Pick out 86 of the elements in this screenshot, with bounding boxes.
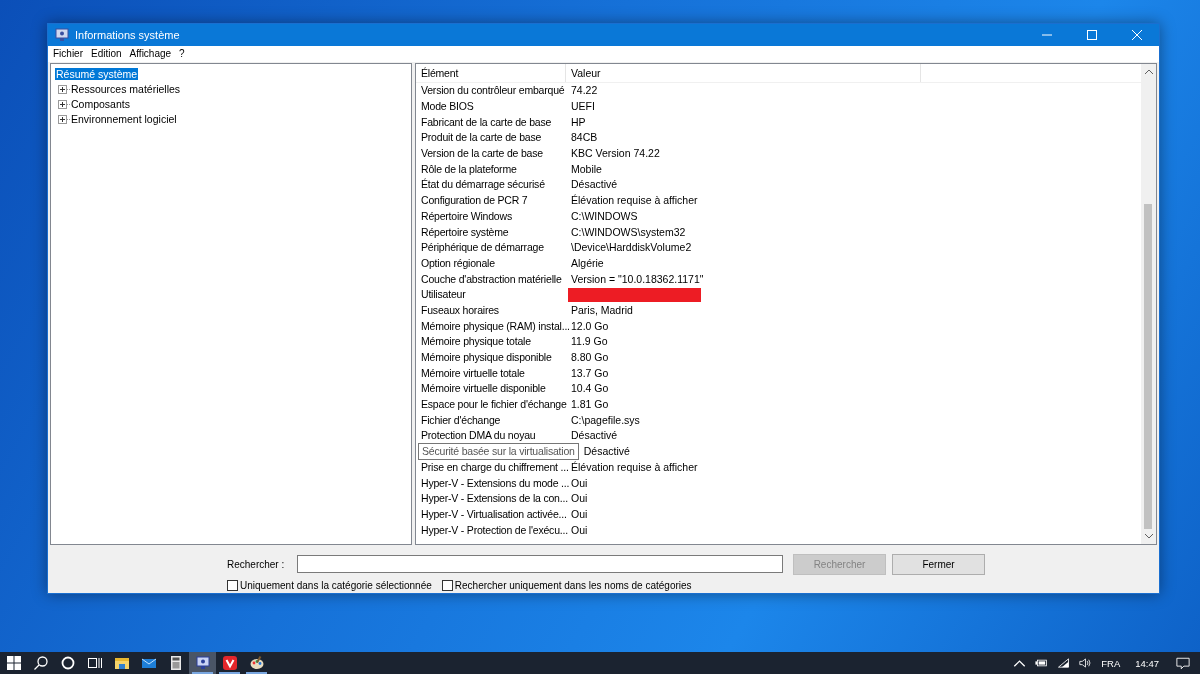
column-header[interactable]: Valeur [566,63,921,82]
table-cell-text: Mémoire physique totale [420,334,532,350]
table-cell-text: KBC Version 74.22 [570,146,661,162]
table-cell-text: Périphérique de démarrage [420,240,545,256]
table-cell-text: Version = "10.0.18362.1171" [570,271,705,287]
table-cell-text: Mobile [570,161,603,177]
table-cell-text: C:\WINDOWS [570,208,639,224]
menu-item[interactable]: Edition [87,48,126,60]
table-cell-text: Désactivé [582,444,631,460]
table-cell-text: Fichier d'échange [420,412,502,428]
table-cell-text: Algérie [570,255,605,271]
table-cell-text: Répertoire Windows [420,208,513,224]
scrollbar[interactable] [1141,63,1156,544]
speaker-icon[interactable] [1079,658,1093,668]
close-icon [1131,30,1142,40]
table-cell-text: Configuration de PCR 7 [420,193,529,209]
table-cell-text: Désactivé [570,177,619,193]
caret-up-icon[interactable] [1013,658,1027,668]
table-cell-text: Option régionale [420,255,496,271]
expand-icon[interactable] [58,84,67,94]
table-cell-text: Couche d'abstraction matérielle [420,271,563,287]
table-cell-text: HP [570,114,587,130]
scroll-up-icon[interactable] [1144,68,1153,74]
table-cell-text: Répertoire système [420,224,510,240]
checkbox-label[interactable]: Uniquement dans la catégorie sélectionnée [240,579,432,591]
table-cell-text: 1.81 Go [570,397,610,413]
table-cell-text: Mémoire virtuelle disponible [420,381,547,397]
table-cell-text: UEFI [570,99,596,114]
table-cell-text: 11.9 Go [570,334,609,350]
table-cell-text: 74.22 [570,83,599,99]
table-cell-text: Version de la carte de base [420,146,544,162]
checkbox-label[interactable]: Rechercher uniquement dans les noms de catégories [454,579,692,591]
table-cell-text: 8.80 Go [570,350,610,365]
table-cell-text: Protection DMA du noyau [420,428,537,444]
table-cell-text: 84CB [570,130,599,146]
monitor-icon [55,28,69,42]
scroll-down-icon[interactable] [1144,533,1153,539]
battery-icon[interactable] [1035,658,1049,668]
window-title: Informations système [75,29,180,41]
wifi-icon[interactable] [1057,658,1071,668]
menu-item[interactable]: Fichier [49,48,87,60]
table-cell-text: Fuseaux horaires [420,302,500,318]
search-label: Rechercher : [227,558,286,570]
table-cell-text: Désactivé [570,428,619,444]
table-cell-text: Produit de la carte de base [420,130,543,146]
table-cell-text: Hyper-V - Protection de l'exécu... [420,522,566,538]
expand-icon[interactable] [58,99,67,109]
table-cell-text: Hyper-V - Virtualisation activée... [420,506,566,522]
table-cell-text: C:\pagefile.sys [570,412,641,428]
menu-item[interactable]: ? [175,48,189,60]
table-cell-text: 13.7 Go [570,365,610,381]
checkbox[interactable] [227,579,238,591]
expand-icon[interactable] [58,114,67,124]
clock[interactable]: 14:47 [1135,657,1159,669]
notification-icon[interactable] [1176,656,1190,670]
table-cell-text: Oui [570,506,589,522]
table-cell-text: Rôle de la plateforme [420,161,518,177]
column-header[interactable]: Élément [416,63,566,82]
scroll-thumb[interactable] [1144,203,1152,529]
table-cell-text: Version du contrôleur embarqué [420,83,566,99]
maximize-icon [1086,30,1097,40]
tooltip: Sécurité basée sur la virtualisation [418,443,579,461]
table-cell-text: État du démarrage sécurisé [420,177,546,193]
table-cell-text: Paris, Madrid [570,302,634,318]
tree-item[interactable]: Environnement logiciel [70,113,178,126]
table-cell-text: Mémoire physique disponible [420,350,553,365]
taskbar-monitor-icon[interactable] [189,652,216,674]
table-cell-text: Prise en charge du chiffrement ... [420,459,566,475]
table-cell-text: Espace pour le fichier d'échange [420,397,566,413]
language-indicator[interactable]: FRA [1101,657,1121,669]
table-cell-text: Mode BIOS [420,99,475,114]
table-cell-text: Mémoire virtuelle totale [420,365,526,381]
tree-item[interactable]: Résumé système [55,68,139,81]
checkbox[interactable] [441,579,453,591]
table-cell-text: Hyper-V - Extensions de la con... [420,491,566,507]
table-cell-text: Fabricant de la carte de base [420,114,553,130]
table-cell-text: Élévation requise à afficher [570,193,699,209]
tree-item[interactable]: Ressources matérielles [70,83,182,96]
menu-item[interactable]: Affichage [125,48,176,60]
table-cell-text: Utilisateur [420,287,467,303]
table-cell-text: C:\WINDOWS\system32 [570,224,687,240]
table-cell-text: \Device\HarddiskVolume2 [570,240,693,256]
search-button[interactable]: Fermer [892,553,985,575]
tree-item[interactable]: Composants [70,98,131,111]
table-cell-text: 10.4 Go [570,381,610,397]
search-field[interactable] [297,555,783,573]
